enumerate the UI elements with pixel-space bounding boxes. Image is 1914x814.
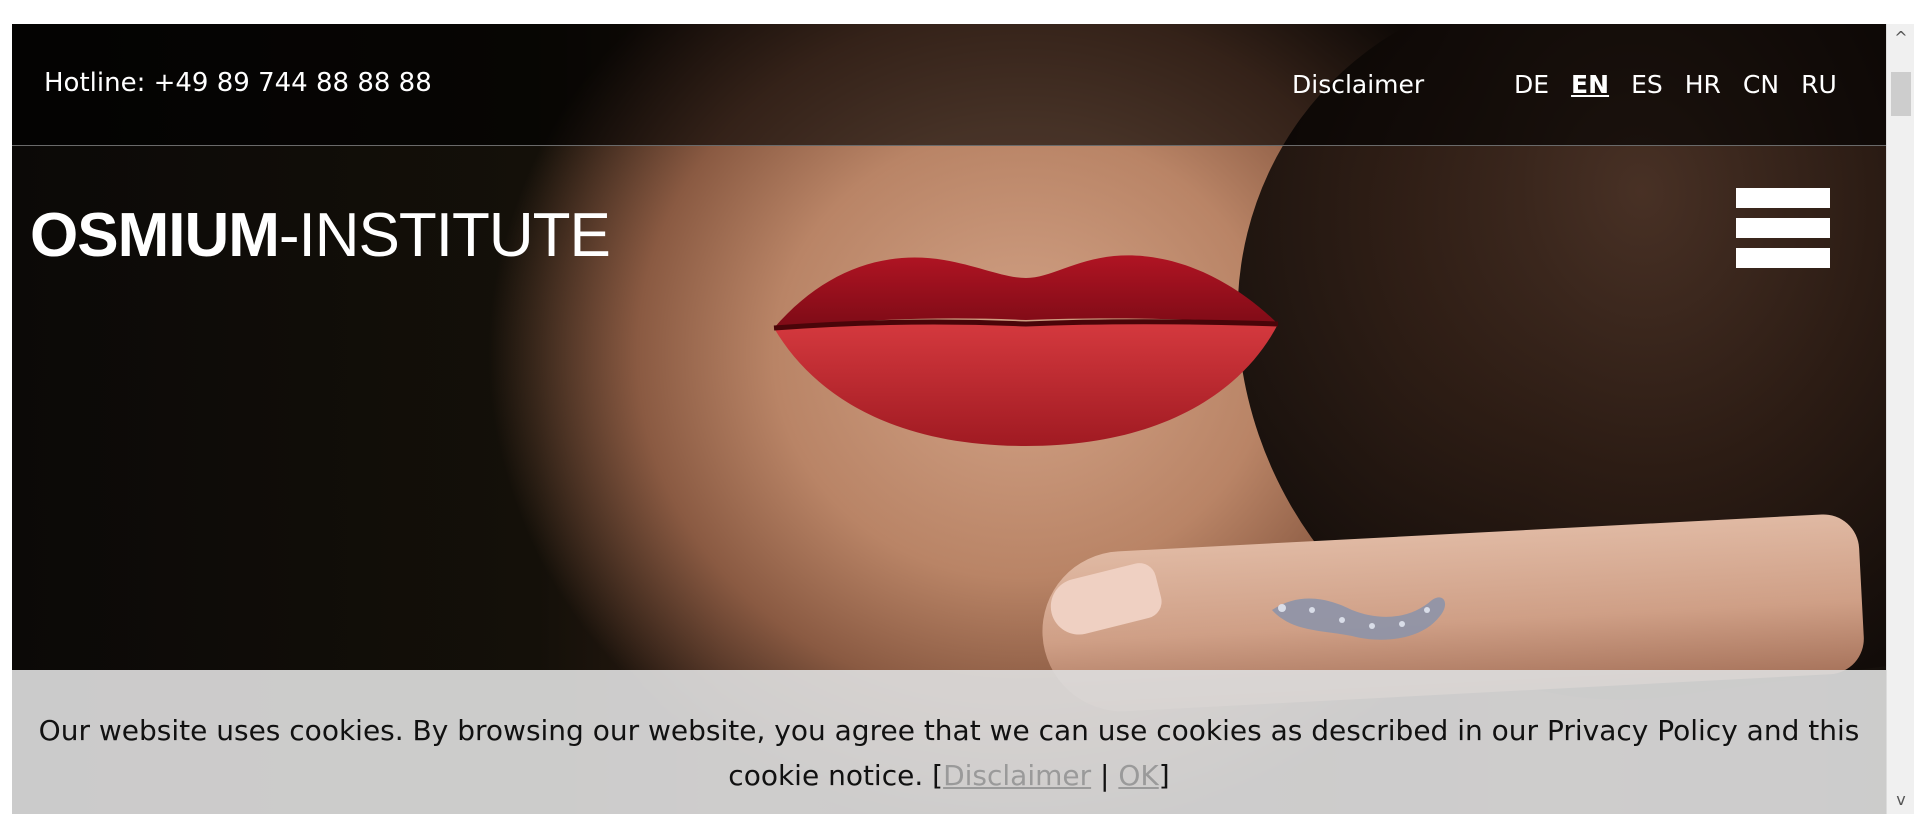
browser-viewport: Hotline: +49 89 744 88 88 88 Disclaimer … [12,24,1914,814]
cookie-close-bracket: ] [1158,759,1170,792]
scroll-down-arrow-icon[interactable]: v [1887,786,1914,814]
menu-bar [1736,248,1830,268]
hotline-text: Hotline: +49 89 744 88 88 88 [44,68,432,98]
menu-bar [1736,218,1830,238]
scroll-thumb[interactable] [1891,72,1911,116]
lang-es[interactable]: ES [1631,70,1663,99]
scroll-up-arrow-icon[interactable]: ^ [1887,24,1914,52]
lizard-ring-image [1272,597,1446,640]
cookie-separator: | [1091,759,1119,792]
hero-lips [773,255,1279,446]
hamburger-menu-icon[interactable] [1736,188,1830,268]
vertical-scrollbar[interactable]: ^ v [1886,24,1914,814]
logo-bold: OSMIUM [30,201,280,270]
lang-hr[interactable]: HR [1685,70,1721,99]
logo-rest: -INSTITUTE [278,201,611,270]
lang-ru[interactable]: RU [1801,70,1837,99]
cookie-ok-link[interactable]: OK [1118,759,1158,792]
disclaimer-link[interactable]: Disclaimer [1292,70,1424,99]
lang-de[interactable]: DE [1514,70,1549,99]
top-bar: Hotline: +49 89 744 88 88 88 Disclaimer … [12,24,1886,146]
lang-en[interactable]: EN [1571,70,1609,99]
menu-bar [1736,188,1830,208]
site-logo[interactable]: OSMIUM-INSTITUTE [30,200,611,271]
cookie-banner: Our website uses cookies. By browsing ou… [12,670,1886,814]
cookie-disclaimer-link[interactable]: Disclaimer [943,759,1091,792]
lang-cn[interactable]: CN [1743,70,1779,99]
language-switcher: DE EN ES HR CN RU [1514,70,1837,99]
